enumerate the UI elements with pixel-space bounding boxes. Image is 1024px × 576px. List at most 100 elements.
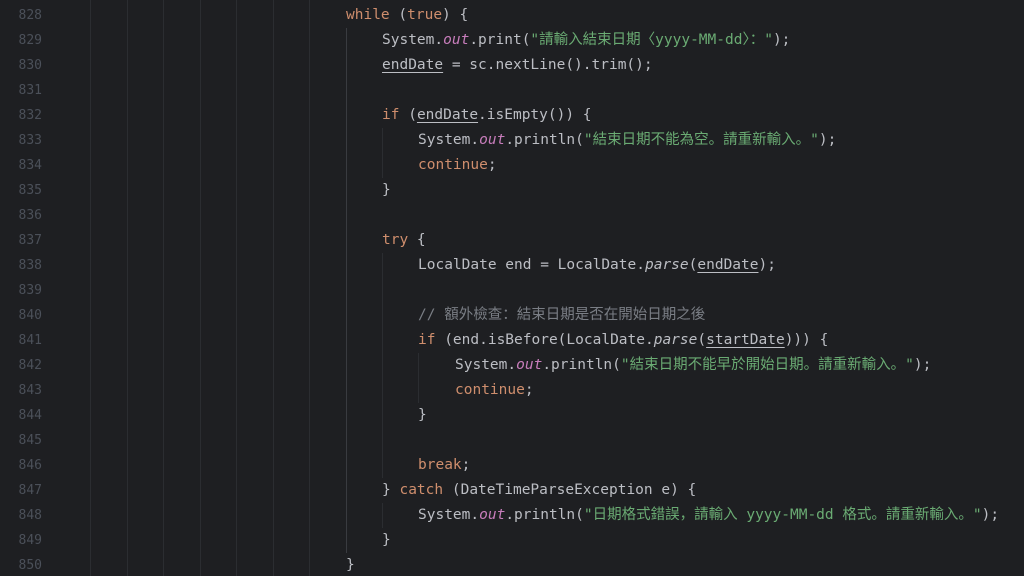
code-line[interactable]: 831	[0, 78, 1024, 103]
code-token: System.	[455, 357, 517, 373]
code-token: while	[346, 7, 390, 23]
line-number: 849	[18, 533, 42, 548]
code-text: System.out.println("結束日期不能早於開始日期。請重新輸入。"…	[455, 353, 931, 378]
code-token: out	[516, 357, 543, 373]
line-number: 833	[18, 133, 42, 148]
code-line[interactable]: 846 break;	[0, 453, 1024, 478]
code-line[interactable]: 830 endDate = sc.nextLine().trim();	[0, 53, 1024, 78]
code-token: "請輸入結束日期〈yyyy-MM-dd〉："	[530, 32, 773, 48]
code-text: }	[418, 403, 427, 428]
code-text: if (endDate.isEmpty()) {	[382, 103, 592, 128]
code-line[interactable]: 841 if (end.isBefore(LocalDate.parse(star…	[0, 328, 1024, 353]
line-number: 845	[18, 433, 42, 448]
code-token: (	[697, 332, 707, 348]
line-number: 829	[18, 33, 42, 48]
line-number: 830	[18, 58, 42, 73]
code-line[interactable]: 850}	[0, 553, 1024, 576]
code-token: parse	[644, 257, 689, 273]
line-number: 828	[18, 8, 42, 23]
code-token: endDate	[416, 107, 479, 123]
code-token: ))) {	[784, 332, 829, 348]
code-text: LocalDate end = LocalDate.parse(endDate)…	[418, 253, 776, 278]
line-number: 842	[18, 358, 42, 373]
code-token: ;	[487, 157, 497, 173]
line-number: 846	[18, 458, 42, 473]
code-text: break;	[418, 453, 470, 478]
code-token: out	[443, 32, 470, 48]
code-token: System.	[382, 32, 444, 48]
code-line[interactable]: 847} catch (DateTimeParseException e) {	[0, 478, 1024, 503]
code-token: );	[913, 357, 932, 373]
code-text: continue;	[455, 378, 534, 403]
code-token: System.	[418, 507, 480, 523]
code-token: );	[981, 507, 1000, 523]
code-token: endDate	[697, 257, 759, 273]
code-line[interactable]: 837 try {	[0, 228, 1024, 253]
code-token: System.	[418, 132, 480, 148]
code-token: out	[479, 132, 506, 148]
code-line[interactable]: 829 System.out.print("請輸入結束日期〈yyyy-MM-dd〉…	[0, 28, 1024, 53]
code-token: try	[382, 232, 409, 248]
code-token: );	[758, 257, 776, 273]
code-line[interactable]: 832 if (endDate.isEmpty()) {	[0, 103, 1024, 128]
code-token: (end.isBefore(LocalDate.	[435, 332, 654, 348]
code-token: = sc.nextLine().trim();	[443, 57, 653, 73]
code-text: System.out.print("請輸入結束日期〈yyyy-MM-dd〉：")…	[382, 28, 790, 53]
line-number: 838	[18, 258, 42, 273]
code-text: }	[346, 553, 355, 576]
line-number: 841	[18, 333, 42, 348]
code-text: try {	[382, 228, 426, 253]
code-token: .print(	[469, 32, 531, 48]
code-token: }	[382, 532, 391, 548]
line-number: 831	[18, 83, 42, 98]
code-token: endDate	[382, 57, 444, 73]
code-token: true	[407, 7, 443, 23]
line-number: 840	[18, 308, 42, 323]
code-token: );	[772, 32, 791, 48]
code-text: while (true) {	[346, 3, 468, 28]
code-line[interactable]: 835}	[0, 178, 1024, 203]
code-token: catch	[399, 482, 444, 498]
code-text: System.out.println("日期格式錯誤，請輸入 yyyy-MM-d…	[418, 503, 999, 528]
code-token: "結束日期不能早於開始日期。請重新輸入。"	[620, 357, 914, 373]
code-line[interactable]: 849}	[0, 528, 1024, 553]
code-token: }	[418, 407, 427, 423]
line-number: 844	[18, 408, 42, 423]
code-token: LocalDate end = LocalDate.	[418, 257, 645, 273]
line-number: 837	[18, 233, 42, 248]
code-token: .isEmpty()) {	[478, 107, 592, 123]
code-token: if	[382, 107, 400, 123]
code-token: if	[418, 332, 436, 348]
code-line[interactable]: 836	[0, 203, 1024, 228]
code-token: (	[389, 7, 408, 23]
code-line[interactable]: 848 System.out.println("日期格式錯誤，請輸入 yyyy-M…	[0, 503, 1024, 528]
code-text: }	[382, 178, 391, 203]
code-token: parse	[653, 332, 698, 348]
code-token: ) {	[442, 7, 469, 23]
code-line[interactable]: 842 System.out.println("結束日期不能早於開始日期。請重新輸…	[0, 353, 1024, 378]
code-token: break	[418, 457, 462, 473]
code-line[interactable]: 843 continue;	[0, 378, 1024, 403]
code-token: .println(	[505, 507, 584, 523]
code-line[interactable]: 839	[0, 278, 1024, 303]
code-line[interactable]: 838 LocalDate end = LocalDate.parse(endDa…	[0, 253, 1024, 278]
code-editor[interactable]: 828 while (true) {829 System.out.print("請輸…	[0, 0, 1024, 576]
code-text: // 額外檢查：結束日期是否在開始日期之後	[418, 303, 705, 328]
code-token: "結束日期不能為空。請重新輸入。"	[583, 132, 819, 148]
line-number: 835	[18, 183, 42, 198]
code-line[interactable]: 845	[0, 428, 1024, 453]
code-line[interactable]: 840 // 額外檢查：結束日期是否在開始日期之後	[0, 303, 1024, 328]
code-token: }	[382, 182, 391, 198]
code-line[interactable]: 833 System.out.println("結束日期不能為空。請重新輸入。")…	[0, 128, 1024, 153]
code-token: );	[818, 132, 837, 148]
line-number: 850	[18, 558, 42, 573]
code-line[interactable]: 844}	[0, 403, 1024, 428]
code-token: // 額外檢查：結束日期是否在開始日期之後	[418, 307, 706, 323]
code-line[interactable]: 834 continue;	[0, 153, 1024, 178]
code-line[interactable]: 828 while (true) {	[0, 3, 1024, 28]
line-number: 832	[18, 108, 42, 123]
code-text: endDate = sc.nextLine().trim();	[382, 53, 653, 78]
code-token: startDate	[706, 332, 785, 348]
line-number: 848	[18, 508, 42, 523]
code-token: {	[408, 232, 426, 248]
